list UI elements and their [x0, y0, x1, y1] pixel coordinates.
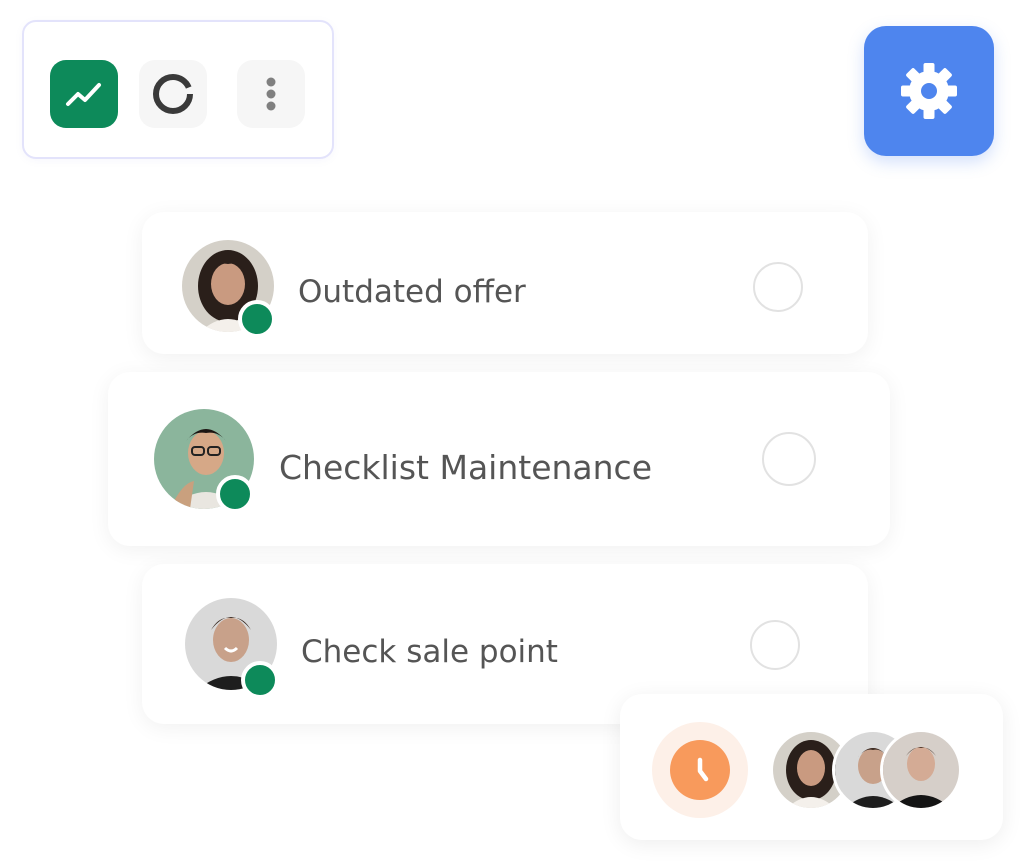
trend-chart-icon [66, 83, 101, 106]
avatar [880, 729, 962, 811]
clock-icon [697, 757, 709, 782]
assignees-card [620, 694, 1003, 840]
toolbar [22, 20, 334, 159]
more-vertical-icon [266, 77, 276, 111]
task-title: Checklist Maintenance [279, 448, 652, 487]
task-title: Check sale point [301, 634, 558, 670]
gear-icon [901, 63, 957, 119]
clock-button[interactable] [652, 722, 748, 818]
donut-chart-icon [153, 74, 193, 114]
trend-chart-button[interactable] [50, 60, 118, 128]
more-options-button[interactable] [237, 60, 305, 128]
status-indicator [238, 300, 276, 338]
task-checkbox[interactable] [762, 432, 816, 486]
task-checkbox[interactable] [750, 620, 800, 670]
status-indicator [216, 475, 254, 513]
task-card[interactable]: Checklist Maintenance [108, 372, 890, 546]
task-checkbox[interactable] [753, 262, 803, 312]
status-indicator [241, 661, 279, 699]
task-card[interactable]: Outdated offer [142, 212, 868, 354]
settings-button[interactable] [864, 26, 994, 156]
task-title: Outdated offer [298, 274, 526, 310]
donut-chart-button[interactable] [139, 60, 207, 128]
